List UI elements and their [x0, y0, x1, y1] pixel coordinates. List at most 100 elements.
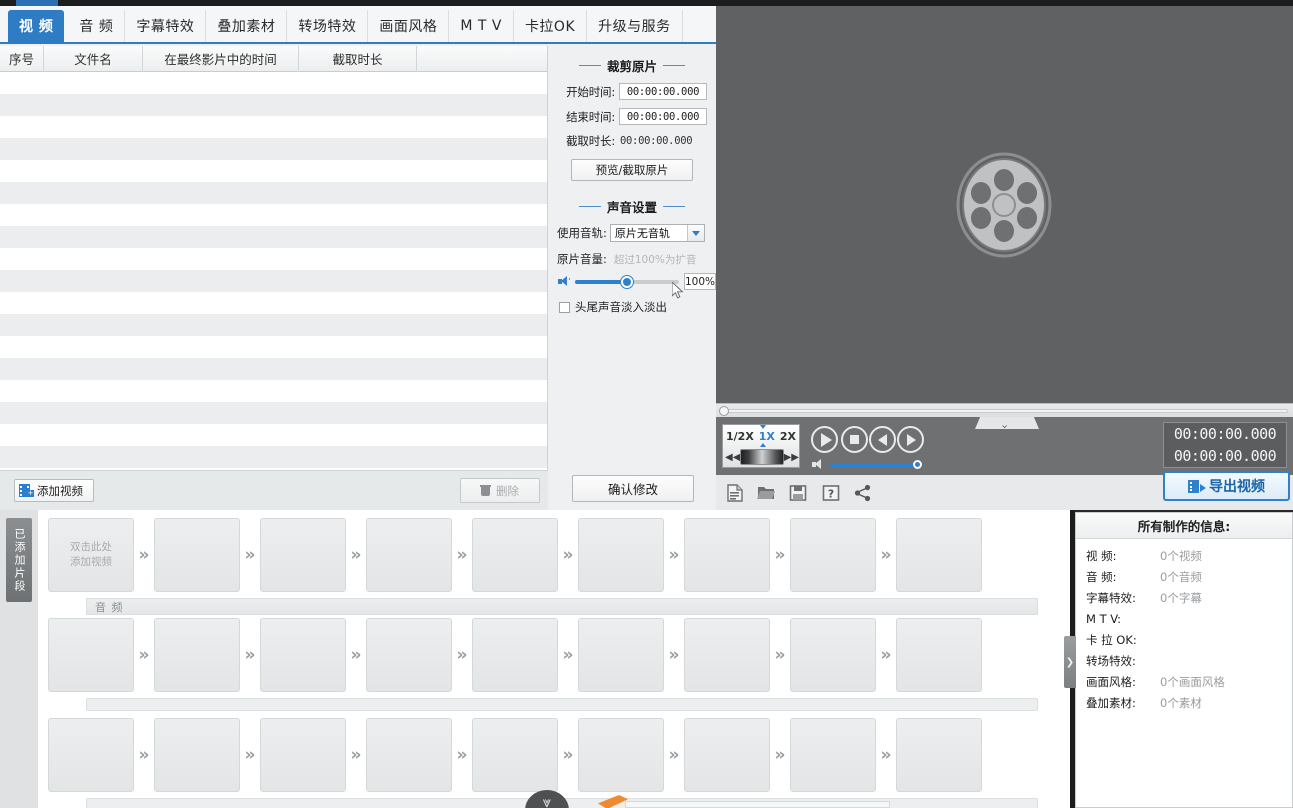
transition-chevron-icon[interactable]: » [558, 745, 578, 765]
speed-option-0[interactable]: 1/2X [726, 430, 754, 443]
player-volume-slider[interactable] [830, 459, 922, 469]
fade-checkbox-row[interactable]: 头尾声音淡入淡出 [548, 299, 716, 315]
transition-chevron-icon[interactable]: » [134, 745, 154, 765]
video-seek-bar[interactable] [716, 403, 1293, 417]
table-row[interactable] [0, 358, 547, 380]
timeline-clip-slot[interactable] [790, 718, 876, 792]
table-row[interactable] [0, 226, 547, 248]
timeline-clip-slot[interactable] [154, 718, 240, 792]
transition-chevron-icon[interactable]: » [346, 545, 366, 565]
timeline-clip-slot[interactable] [260, 718, 346, 792]
table-row[interactable] [0, 424, 547, 446]
transition-chevron-icon[interactable]: » [664, 745, 684, 765]
timeline-clip-slot[interactable] [260, 618, 346, 692]
timeline-clip-slot[interactable] [260, 518, 346, 592]
column-header-2[interactable]: 在最终影片中的时间 [143, 45, 299, 72]
column-header-3[interactable]: 截取时长 [299, 45, 417, 72]
clip-list[interactable] [0, 72, 548, 470]
column-header-0[interactable]: 序号 [0, 45, 44, 72]
transition-chevron-icon[interactable]: » [346, 745, 366, 765]
timeline-clip-slot[interactable] [472, 618, 558, 692]
timeline-clip-slot[interactable] [154, 618, 240, 692]
new-file-icon[interactable] [726, 484, 744, 502]
transition-chevron-icon[interactable]: » [770, 545, 790, 565]
tab-6[interactable]: M T V [449, 10, 514, 42]
tab-5[interactable]: 画面风格 [368, 10, 450, 42]
volume-slider-knob[interactable] [620, 275, 633, 288]
transition-chevron-icon[interactable]: » [558, 545, 578, 565]
timeline-clip-slot[interactable] [472, 518, 558, 592]
table-row[interactable] [0, 94, 547, 116]
timeline-tracks[interactable]: 双击此处 添加视频 » » » » » » » » » » » » » » » » » » » » » » » » 音 频 [38, 510, 1070, 808]
transition-chevron-icon[interactable]: » [770, 745, 790, 765]
transition-chevron-icon[interactable]: » [240, 545, 260, 565]
volume-slider[interactable] [574, 275, 679, 288]
transition-chevron-icon[interactable]: » [876, 645, 896, 665]
column-header-1[interactable]: 文件名 [44, 45, 143, 72]
info-panel-collapse-handle[interactable]: ❯ [1064, 636, 1076, 688]
preview-crop-button[interactable]: 预览/截取原片 [571, 159, 693, 181]
player-volume-knob[interactable] [913, 459, 922, 469]
transition-chevron-icon[interactable]: » [876, 545, 896, 565]
table-row[interactable] [0, 270, 547, 292]
timeline-clip-slot[interactable] [578, 518, 664, 592]
delete-button[interactable]: 删除 [460, 478, 540, 503]
table-row[interactable] [0, 160, 547, 182]
rewind-icon[interactable]: ◀◀ [725, 452, 740, 463]
table-row[interactable] [0, 182, 547, 204]
timeline-clip-slot[interactable] [684, 618, 770, 692]
transition-chevron-icon[interactable]: » [876, 745, 896, 765]
timeline-clip-slot[interactable] [366, 618, 452, 692]
transition-chevron-icon[interactable]: » [452, 545, 472, 565]
tab-4[interactable]: 转场特效 [287, 10, 369, 42]
prev-frame-button[interactable] [869, 426, 896, 453]
timeline-clip-slot[interactable] [790, 518, 876, 592]
timeline-clip-slot[interactable] [896, 718, 982, 792]
start-time-input[interactable]: 00:00:00.000 [619, 83, 707, 100]
transition-chevron-icon[interactable]: » [452, 745, 472, 765]
timeline-clip-slot[interactable] [578, 718, 664, 792]
jog-wheel[interactable] [740, 449, 784, 465]
jog-shuttle[interactable]: ◀◀ ▶▶ [725, 448, 799, 466]
timeline-clip-slot[interactable] [578, 618, 664, 692]
table-row[interactable] [0, 248, 547, 270]
table-row[interactable] [0, 380, 547, 402]
timeline-clip-slot[interactable] [48, 718, 134, 792]
end-time-input[interactable]: 00:00:00.000 [619, 108, 707, 125]
column-header-4[interactable] [417, 46, 548, 72]
audio-track-select[interactable]: 原片无音轨 [609, 224, 705, 242]
timeline-clip-slot[interactable] [154, 518, 240, 592]
speed-option-2[interactable]: 2X [780, 430, 796, 443]
transition-chevron-icon[interactable]: » [664, 545, 684, 565]
timeline-clip-slot[interactable] [896, 618, 982, 692]
confirm-button[interactable]: 确认修改 [572, 475, 694, 502]
play-button[interactable] [811, 426, 838, 453]
transition-chevron-icon[interactable]: » [134, 645, 154, 665]
timeline-clip-slot[interactable] [684, 518, 770, 592]
share-icon[interactable] [854, 484, 872, 502]
tab-2[interactable]: 字幕特效 [125, 10, 207, 42]
transition-chevron-icon[interactable]: » [770, 645, 790, 665]
transition-chevron-icon[interactable]: » [452, 645, 472, 665]
table-row[interactable] [0, 446, 547, 468]
tab-8[interactable]: 升级与服务 [587, 10, 683, 42]
tab-3[interactable]: 叠加素材 [206, 10, 288, 42]
table-row[interactable] [0, 116, 547, 138]
export-video-button[interactable]: 导出视频 [1163, 471, 1290, 501]
table-row[interactable] [0, 336, 547, 358]
timeline-clip-slot[interactable] [366, 518, 452, 592]
seek-handle[interactable] [719, 406, 729, 416]
table-row[interactable] [0, 204, 547, 226]
speed-option-1[interactable]: 1X [759, 430, 775, 443]
timeline-clip-slot[interactable] [366, 718, 452, 792]
transition-chevron-icon[interactable]: » [346, 645, 366, 665]
forward-icon[interactable]: ▶▶ [784, 452, 799, 463]
table-row[interactable] [0, 402, 547, 424]
transition-chevron-icon[interactable]: » [134, 545, 154, 565]
tab-1[interactable]: 音 频 [68, 10, 126, 42]
timeline-clip-slot[interactable] [896, 518, 982, 592]
table-row[interactable] [0, 72, 547, 94]
volume-percent-input[interactable]: 100% [683, 273, 716, 290]
next-frame-button[interactable] [897, 426, 924, 453]
transition-chevron-icon[interactable]: » [240, 745, 260, 765]
